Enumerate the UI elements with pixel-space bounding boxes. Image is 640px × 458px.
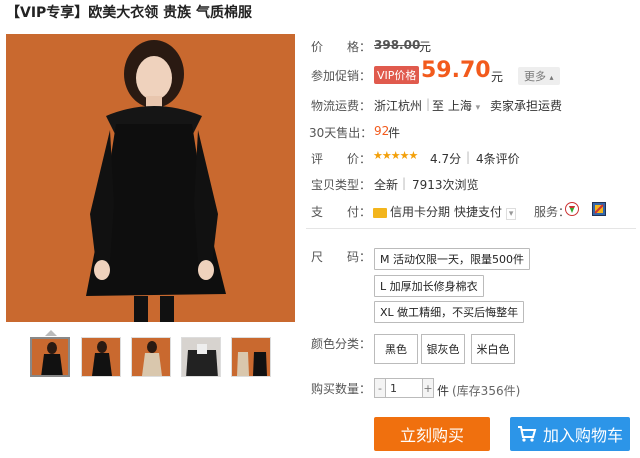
sold-count: 92 [374, 124, 390, 138]
thumbnail-4[interactable] [181, 337, 221, 377]
quick-pay-label: 快捷支付 [454, 205, 503, 219]
price-unit: 元 [419, 40, 432, 54]
shipping-fee: 卖家承担运费 [490, 99, 563, 113]
separator: | [402, 176, 407, 190]
chevron-down-icon: ▴ [549, 73, 554, 82]
separator: | [466, 150, 471, 164]
credit-card-icon [373, 207, 387, 218]
quantity-unit: 件 [437, 384, 450, 398]
buy-now-button[interactable]: 立刻购买 [374, 417, 490, 451]
color-label: 颜色分类： [311, 337, 372, 351]
original-price: 398.00 [374, 38, 421, 52]
thumbnail-pointer-icon [45, 330, 57, 336]
price-label: 价 格： [311, 40, 372, 54]
size-option-xl[interactable]: XL 做工精细，不买后悔整年 [374, 301, 525, 323]
credit-installment[interactable]: 信用卡分期 [373, 203, 450, 220]
sold-unit: 件 [388, 126, 401, 140]
color-option-silver-gray[interactable]: 银灰色 [421, 334, 465, 364]
view-count: 7913次浏览 [412, 178, 479, 192]
thumbnail-5[interactable] [231, 337, 271, 377]
thumbnail-2[interactable] [81, 337, 121, 377]
vip-price-unit: 元 [491, 70, 504, 84]
type-label: 宝贝类型： [311, 178, 372, 192]
section-divider [306, 228, 636, 229]
model-figure [86, 40, 226, 322]
shipping-origin: 浙江杭州 [374, 99, 423, 113]
size-option-m[interactable]: M 活动仅限一天，限量500件 [374, 248, 530, 270]
quantity-label: 购买数量： [311, 382, 372, 396]
color-option-beige[interactable]: 米白色 [471, 334, 515, 364]
vip-price-tag: VIP价格 [374, 66, 420, 84]
review-count-link[interactable]: 4条评价 [476, 150, 520, 167]
more-label: 更多 [524, 70, 546, 83]
shipping-destination-select[interactable]: 至 上海 ▾ [432, 97, 480, 114]
guarantee-badge-icon[interactable] [565, 202, 579, 219]
separator: | [426, 97, 431, 111]
rating-score: 4.7分 [430, 152, 462, 166]
more-promotions-button[interactable]: 更多 ▴ [518, 67, 560, 85]
shipping-destination: 至 上海 [432, 99, 472, 113]
add-to-cart-label: 加入购物车 [542, 426, 623, 445]
shipping-label: 物流运费： [311, 99, 372, 113]
quantity-increase-button[interactable]: + [422, 378, 434, 398]
product-title: 【VIP专享】欧美大衣领 贵族 气质棉服 [6, 5, 253, 21]
promo-label: 参加促销： [311, 69, 372, 83]
service-badge-icon[interactable] [592, 202, 606, 219]
quick-pay-select[interactable]: 快捷支付 ▾ [454, 203, 517, 220]
chevron-down-icon: ▾ [475, 103, 481, 113]
thumbnail-3[interactable] [131, 337, 171, 377]
vip-price: 59.70 [421, 58, 491, 83]
add-to-cart-button[interactable]: 加入购物车 [510, 417, 630, 451]
sold-label: 30天售出： [309, 126, 373, 140]
size-label: 尺 码： [311, 250, 372, 264]
rating-label: 评 价： [311, 152, 372, 166]
size-option-l[interactable]: L 加厚加长修身棉衣 [374, 275, 484, 297]
payment-label: 支 付： [311, 205, 372, 219]
stock-count: (库存356件) [452, 384, 521, 398]
chevron-down-icon: ▾ [505, 208, 517, 220]
credit-installment-label: 信用卡分期 [390, 205, 451, 219]
thumbnail-1[interactable] [30, 337, 70, 377]
shopping-cart-icon [517, 425, 537, 443]
item-condition: 全新 [374, 178, 399, 192]
color-option-black[interactable]: 黑色 [374, 334, 418, 364]
rating-stars-icon: ★★★★★ [373, 149, 418, 162]
buy-now-label: 立刻购买 [399, 426, 464, 445]
quantity-input[interactable]: 1 [385, 378, 423, 398]
main-product-image[interactable] [6, 34, 295, 322]
